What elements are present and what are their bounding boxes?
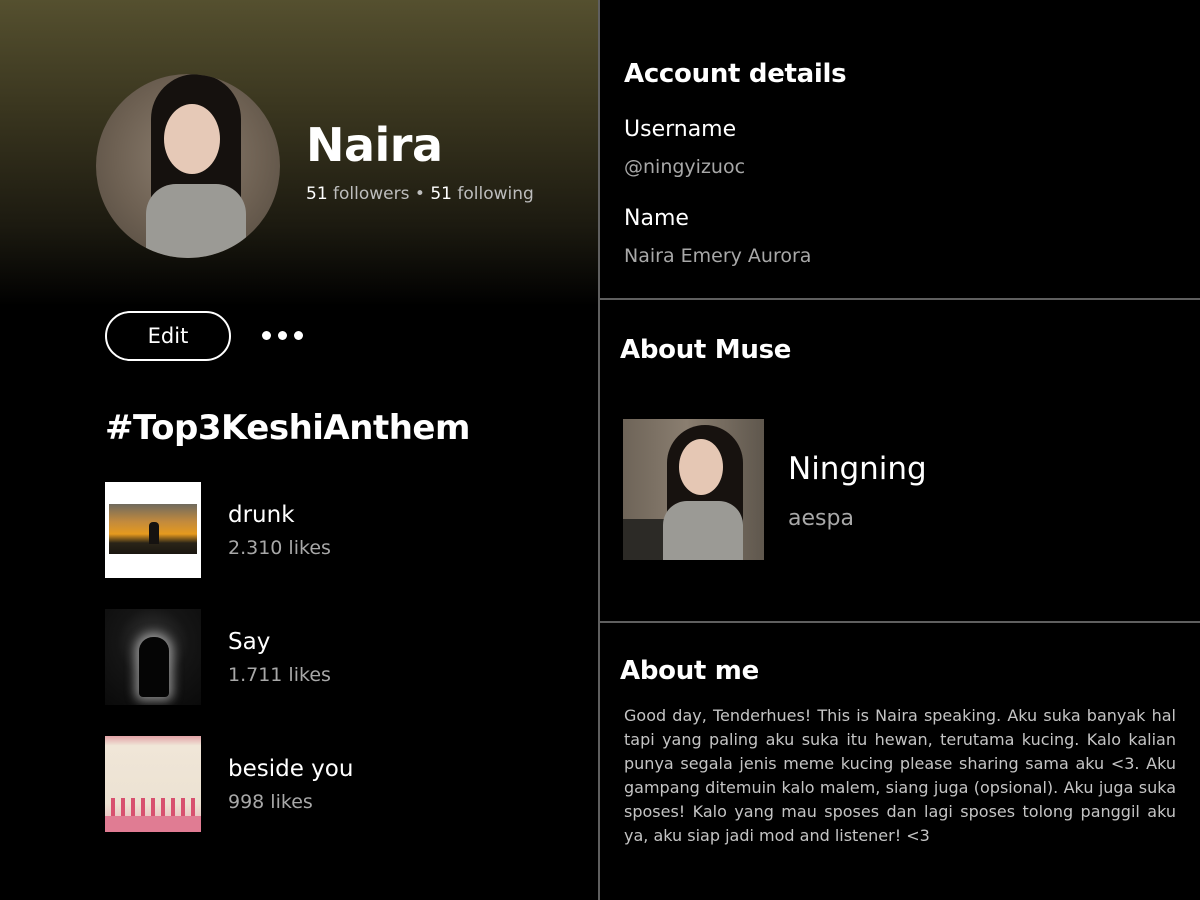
username-value: @ningyizuoc bbox=[624, 156, 746, 178]
name-value: Naira Emery Aurora bbox=[624, 245, 812, 267]
about-me-text: Good day, Tenderhues! This is Naira spea… bbox=[624, 706, 1176, 845]
avatar-body bbox=[146, 184, 246, 258]
track-cover[interactable] bbox=[105, 482, 201, 578]
muse-photo[interactable] bbox=[623, 419, 764, 560]
ground bbox=[105, 816, 201, 832]
track-cover[interactable] bbox=[105, 609, 201, 705]
more-options-button[interactable] bbox=[262, 322, 306, 348]
muse-body bbox=[663, 501, 743, 560]
silhouette bbox=[149, 522, 159, 544]
following-count[interactable]: 51 bbox=[430, 184, 452, 204]
track-likes: 1.711 likes bbox=[228, 664, 331, 686]
username-label: Username bbox=[624, 117, 737, 142]
track-likes: 2.310 likes bbox=[228, 537, 331, 559]
followers-count[interactable]: 51 bbox=[306, 184, 328, 204]
follow-stats: 51 followers • 51 following bbox=[306, 184, 534, 204]
avatar[interactable] bbox=[96, 74, 280, 258]
silhouette bbox=[139, 637, 169, 697]
profile-panel: Naira 51 followers • 51 following Edit #… bbox=[0, 0, 598, 900]
muse-group[interactable]: aespa bbox=[788, 506, 854, 531]
palm-trees bbox=[111, 798, 197, 816]
followers-label[interactable]: followers bbox=[333, 184, 409, 204]
about-me-heading: About me bbox=[620, 656, 759, 686]
track-title[interactable]: drunk bbox=[228, 502, 295, 528]
account-details-heading: Account details bbox=[624, 59, 847, 89]
track-item[interactable]: beside you 998 likes bbox=[105, 736, 545, 832]
muse-name[interactable]: Ningning bbox=[788, 451, 927, 487]
track-title[interactable]: beside you bbox=[228, 756, 353, 782]
more-horizontal-icon-dot bbox=[278, 330, 287, 340]
muse-face bbox=[679, 439, 723, 495]
section-divider bbox=[600, 298, 1200, 300]
section-divider bbox=[600, 621, 1200, 623]
playlist-title: #Top3KeshiAnthem bbox=[105, 408, 470, 448]
edit-button[interactable]: Edit bbox=[105, 311, 231, 361]
stats-separator: • bbox=[414, 184, 425, 204]
track-cover[interactable] bbox=[105, 736, 201, 832]
track-likes: 998 likes bbox=[228, 791, 313, 813]
track-item[interactable]: Say 1.711 likes bbox=[105, 609, 545, 705]
track-item[interactable]: drunk 2.310 likes bbox=[105, 482, 545, 578]
track-title[interactable]: Say bbox=[228, 629, 270, 655]
profile-name: Naira bbox=[306, 118, 443, 172]
name-label: Name bbox=[624, 206, 689, 231]
more-horizontal-icon bbox=[262, 330, 271, 340]
avatar-face bbox=[164, 104, 220, 174]
more-horizontal-icon-dot bbox=[294, 330, 303, 340]
about-muse-heading: About Muse bbox=[620, 335, 792, 365]
following-label[interactable]: following bbox=[457, 184, 533, 204]
